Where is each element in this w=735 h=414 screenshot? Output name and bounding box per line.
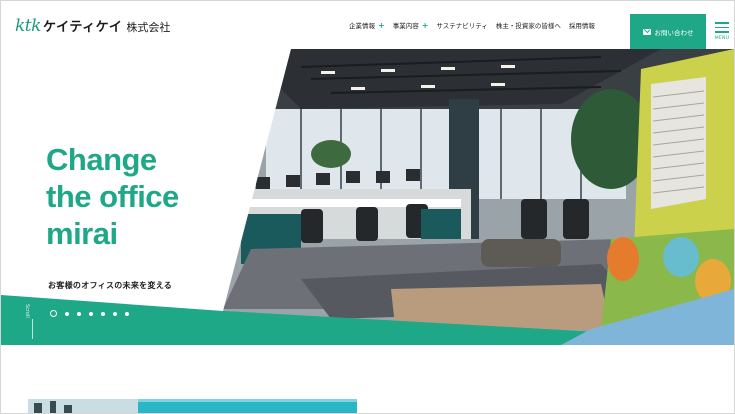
nav-item-investors[interactable]: 株主・投資家の皆様へ <box>496 20 561 30</box>
section-image <box>28 399 357 413</box>
hero-slider: Change the office mirai お客様のオフィスの未来を変える <box>1 49 734 345</box>
nav-item-company[interactable]: 企業情報 + <box>349 20 385 31</box>
plus-icon: + <box>378 20 385 30</box>
slide-dot-7[interactable] <box>125 311 129 316</box>
slide-dot-1[interactable] <box>50 310 57 317</box>
hero-tagline: お客様のオフィスの未来を変える <box>48 281 173 290</box>
page-frame: ktk ケイティケイ 株式会社 企業情報 + 事業内容 + サステナビリティ 株… <box>0 0 735 414</box>
site-logo[interactable]: ktk ケイティケイ 株式会社 <box>15 16 170 36</box>
slide-dot-3[interactable] <box>77 311 81 316</box>
plus-icon: + <box>421 20 429 30</box>
slide-pagination <box>50 310 129 317</box>
nav-item-label: 株主・投資家の皆様へ <box>495 22 561 30</box>
headline-line: the office <box>46 179 179 214</box>
hamburger-icon <box>715 22 729 33</box>
nav-item-label: 企業情報 <box>349 22 375 30</box>
menu-button[interactable]: MENU <box>710 14 734 49</box>
slide-dot-5[interactable] <box>101 311 105 316</box>
nav-item-label: 採用情報 <box>568 22 595 30</box>
site-header: ktk ケイティケイ 株式会社 企業情報 + 事業内容 + サステナビリティ 株… <box>1 1 734 49</box>
headline-line: Change <box>46 142 157 177</box>
logo-kana: ケイティケイ <box>42 20 123 35</box>
nav-item-recruit[interactable]: 採用情報 <box>569 20 595 30</box>
scroll-line <box>32 319 33 339</box>
contact-button[interactable]: お問い合わせ <box>630 14 706 49</box>
mail-icon <box>642 28 651 35</box>
nav-item-business[interactable]: 事業内容 + <box>392 20 429 31</box>
headline-line: mirai <box>46 216 118 251</box>
slide-dot-6[interactable] <box>113 311 117 316</box>
scroll-label: Scroll <box>24 304 30 318</box>
contact-label: お問い合わせ <box>654 28 694 37</box>
logo-mark: ktk <box>15 16 41 36</box>
hero-headline: Change the office mirai <box>46 141 179 252</box>
slide-dot-4[interactable] <box>89 311 93 316</box>
nav-item-label: サステナビリティ <box>436 22 488 30</box>
menu-label: MENU <box>714 36 730 41</box>
nav-item-label: 事業内容 <box>392 22 419 30</box>
logo-corp: 株式会社 <box>126 21 171 34</box>
global-nav: 企業情報 + 事業内容 + サステナビリティ 株主・投資家の皆様へ 採用情報 <box>349 20 595 31</box>
nav-item-sustainability[interactable]: サステナビリティ <box>436 20 487 30</box>
slide-dot-2[interactable] <box>65 311 69 316</box>
